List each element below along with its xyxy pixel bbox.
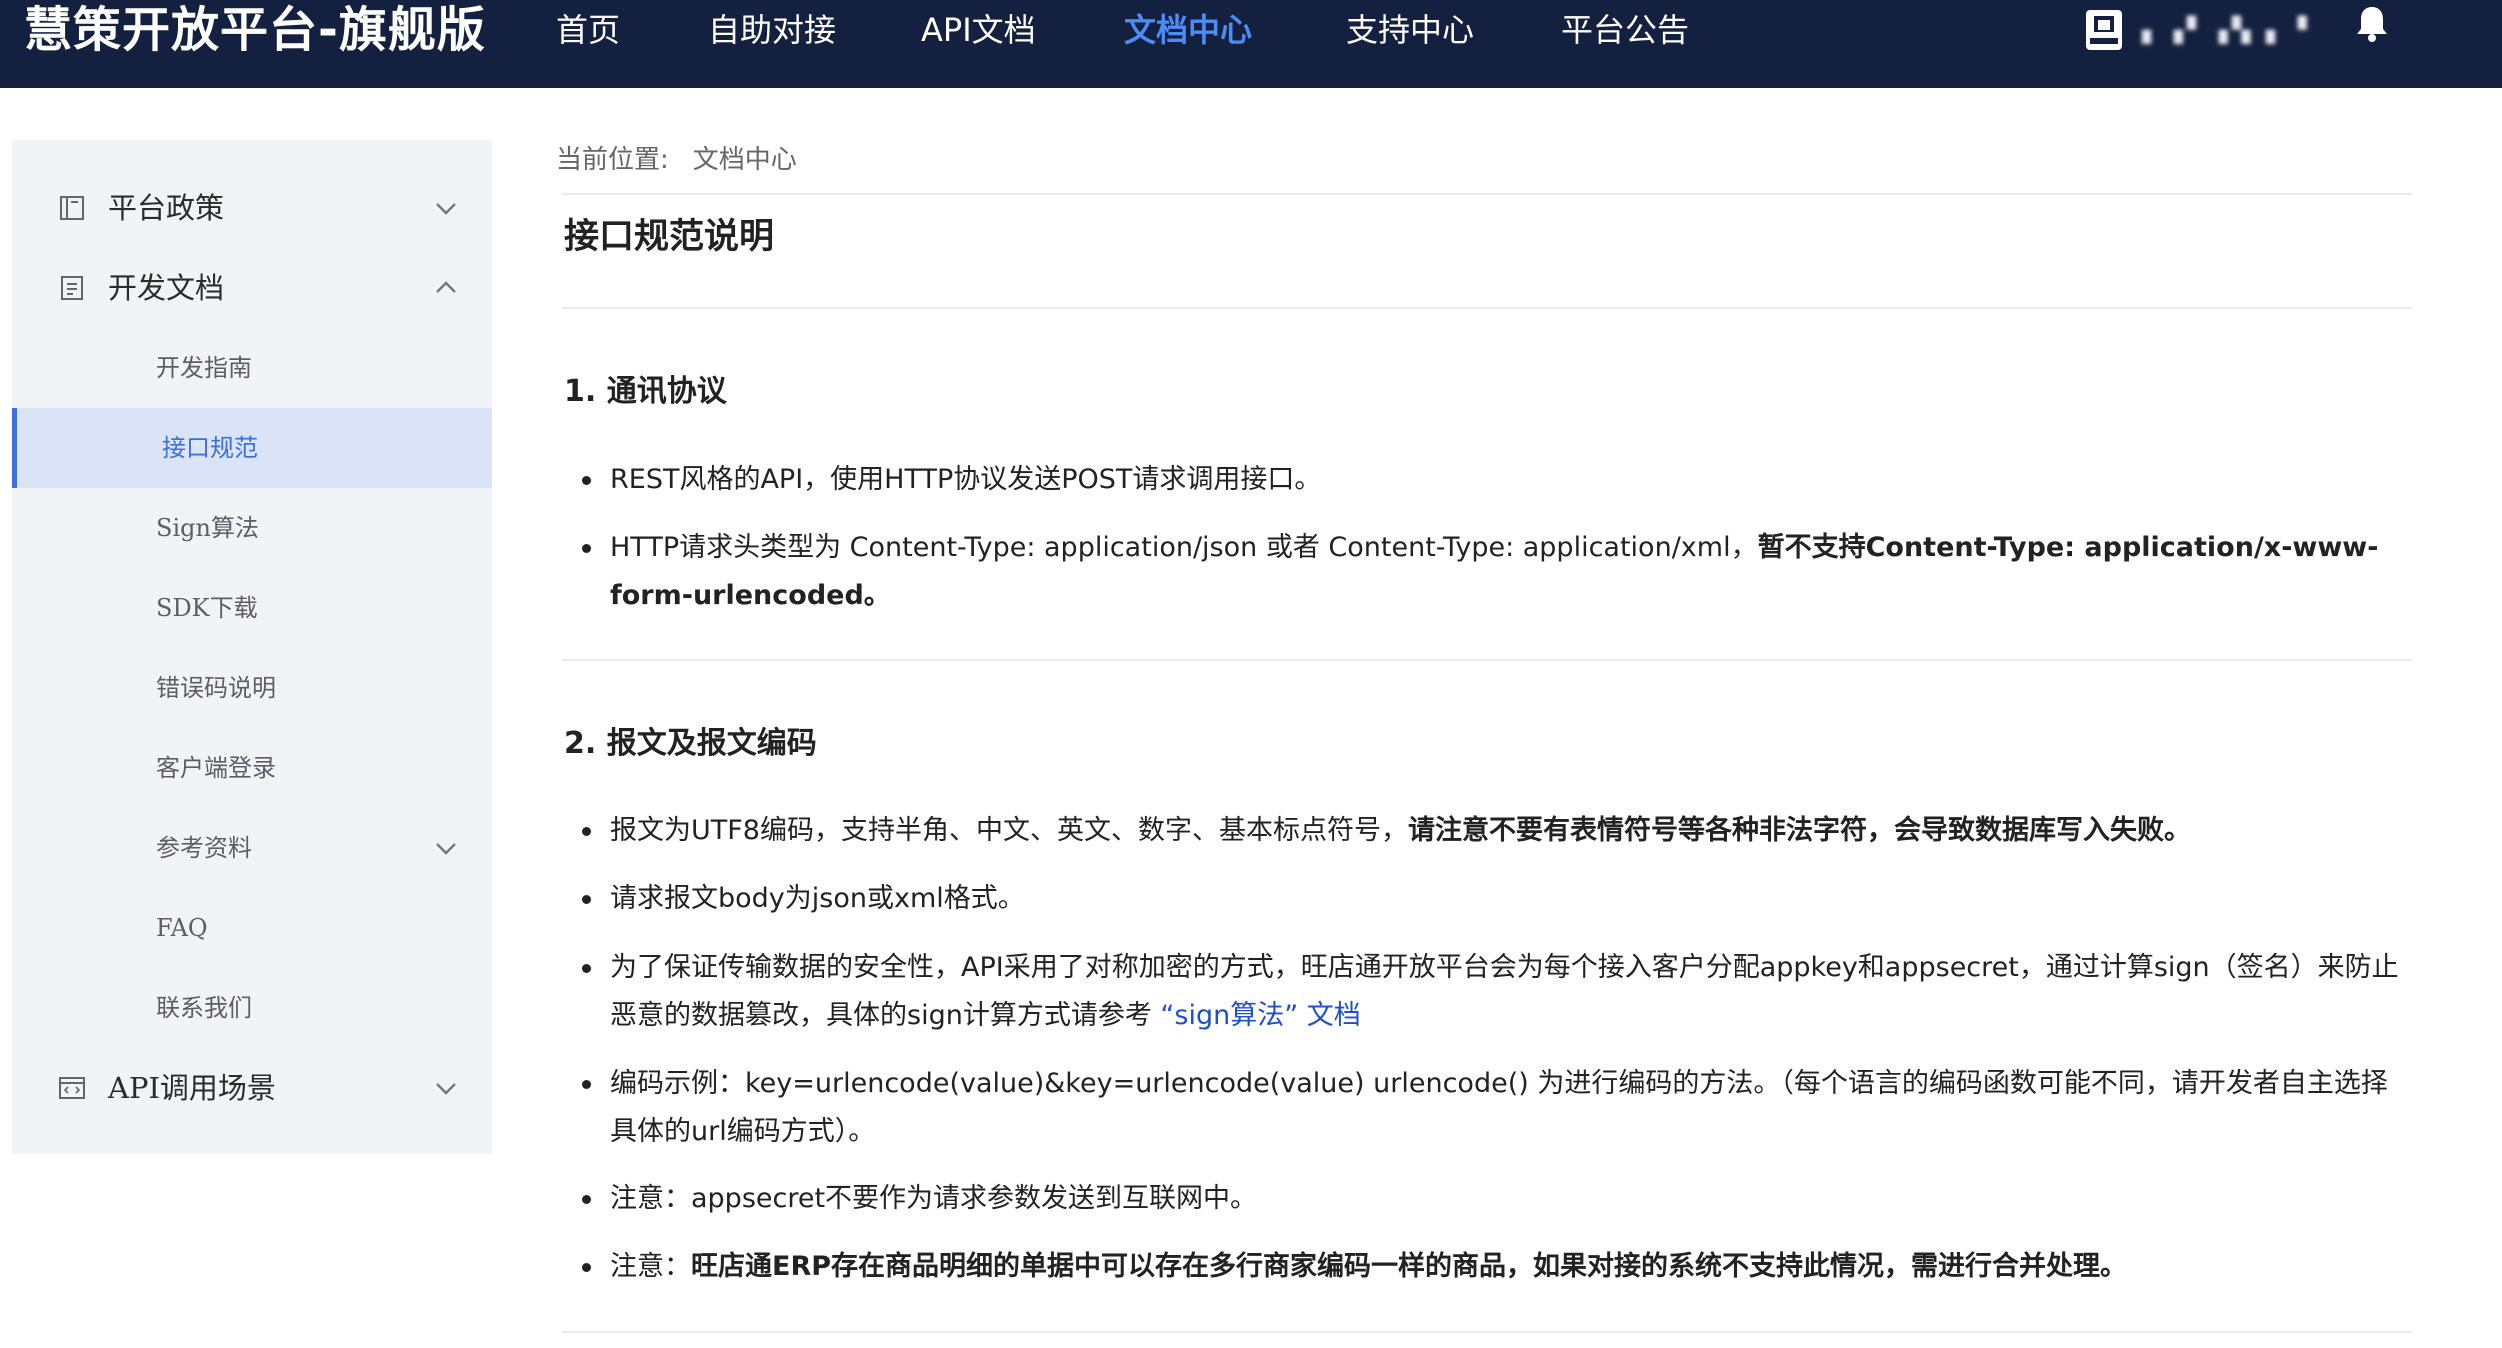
sidebar-item-error-codes[interactable]: 错误码说明 (12, 648, 492, 728)
bullet-dot (582, 964, 591, 973)
book-icon (60, 196, 84, 220)
bullet-text: 报文为UTF8编码，支持半角、中文、英文、数字、基本标点符号， (610, 815, 1408, 846)
chevron-down-icon (436, 843, 456, 855)
sidebar-item-label: Sign算法 (156, 514, 259, 542)
bullet-dot (582, 827, 591, 836)
bullet-dot (582, 1080, 591, 1089)
sidebar-item-sign-algorithm[interactable]: Sign算法 (12, 488, 492, 568)
nav-home[interactable]: 首页 (556, 0, 620, 60)
section-title-protocol: 1. 通讯协议 (564, 374, 727, 409)
sidebar-item-references[interactable]: 参考资料 (12, 808, 492, 888)
sidebar-group-platform-policy[interactable]: 平台政策 (12, 168, 492, 248)
code-window-icon (59, 1077, 85, 1099)
sidebar-item-label: 接口规范 (162, 434, 258, 462)
breadcrumb-current[interactable]: 文档中心 (693, 145, 797, 175)
chevron-up-icon (436, 281, 456, 293)
sidebar-item-contact-us[interactable]: 联系我们 (12, 968, 492, 1048)
nav-self-service[interactable]: 自助对接 (708, 0, 836, 60)
top-navigation-bar: 慧策开放平台-旗舰版 首页 自助对接 API文档 文档中心 支持中心 平台公告 … (0, 0, 2502, 88)
bullet-bold-text: 旺店通ERP存在商品明细的单据中可以存在多行商家编码一样的商品，如果对接的系统不… (691, 1251, 2128, 1282)
bullet-text: REST风格的API，使用HTTP协议发送POST请求调用接口。 (610, 464, 1322, 495)
chevron-down-icon (436, 1083, 456, 1095)
divider (562, 659, 2412, 661)
bullet-dot (582, 1195, 591, 1204)
section-title-encoding: 2. 报文及报文编码 (564, 726, 817, 761)
bullet-dot (582, 1263, 591, 1272)
nav-doc-center[interactable]: 文档中心 (1124, 0, 1252, 60)
sidebar-item-label: 开发指南 (156, 354, 252, 382)
user-name[interactable]: ▖▗▘▗▚ ▖▝ (2142, 0, 2311, 60)
bullet-text: 请求报文body为json或xml格式。 (610, 883, 1025, 914)
sidebar-item-label: 参考资料 (156, 834, 252, 862)
breadcrumb: 当前位置: 文档中心 (556, 140, 797, 180)
bullet-dot (582, 895, 591, 904)
sidebar-group-dev-docs[interactable]: 开发文档 (12, 248, 492, 328)
nav-support-center[interactable]: 支持中心 (1346, 0, 1474, 60)
sign-algorithm-doc-link[interactable]: “sign算法” 文档 (1160, 1000, 1360, 1031)
bullet-text: 注意： (610, 1251, 691, 1282)
bullet-text: HTTP请求头类型为 Content-Type: application/jso… (610, 532, 1758, 563)
bullet-dot (582, 544, 591, 553)
bell-icon[interactable] (2350, 4, 2394, 44)
bullet-text: 注意：appsecret不要作为请求参数发送到互联网中。 (610, 1183, 1258, 1214)
nav-api-docs[interactable]: API文档 (921, 0, 1036, 60)
sidebar-item-label: FAQ (156, 914, 208, 942)
sidebar-item-client-login[interactable]: 客户端登录 (12, 728, 492, 808)
sidebar-item-dev-guide[interactable]: 开发指南 (12, 328, 492, 408)
sidebar-group-label: 开发文档 (108, 271, 225, 305)
divider (562, 307, 2412, 309)
sidebar-item-label: 错误码说明 (156, 674, 276, 702)
sidebar-item-label: SDK下载 (156, 594, 258, 622)
sidebar-group-api-scenarios[interactable]: API调用场景 (12, 1048, 492, 1128)
sidebar-item-interface-spec[interactable]: 接口规范 (12, 408, 492, 488)
sidebar-group-label: API调用场景 (108, 1071, 276, 1105)
user-avatar-icon[interactable] (2080, 6, 2128, 54)
sidebar-item-sdk-download[interactable]: SDK下载 (12, 568, 492, 648)
bullet-bold-text: 请注意不要有表情符号等各种非法字符，会导致数据库写入失败。 (1407, 815, 2191, 846)
sidebar-item-label: 客户端登录 (156, 754, 276, 782)
bullet-text: 为了保证传输数据的安全性，API采用了对称加密的方式，旺店通开放平台会为每个接入… (610, 952, 2399, 1031)
bullet-text: 编码示例：key=urlencode(value)&key=urlencode(… (610, 1068, 2388, 1147)
divider (562, 193, 2412, 195)
sidebar: 平台政策 开发文档 开发指南 接口规范 Sign算法 SDK下载 错误码说明 客… (12, 140, 492, 1154)
sidebar-item-label: 联系我们 (156, 994, 252, 1022)
sidebar-group-label: 平台政策 (108, 191, 225, 225)
active-indicator (12, 408, 17, 488)
document-icon (61, 276, 83, 300)
sidebar-item-faq[interactable]: FAQ (12, 888, 492, 968)
brand-title[interactable]: 慧策开放平台-旗舰版 (24, 0, 486, 60)
page-title: 接口规范说明 (564, 217, 775, 257)
nav-announcements[interactable]: 平台公告 (1561, 0, 1689, 60)
divider (562, 1331, 2412, 1333)
bullet-dot (582, 476, 591, 485)
breadcrumb-label: 当前位置: (556, 145, 669, 175)
chevron-down-icon (436, 203, 456, 215)
